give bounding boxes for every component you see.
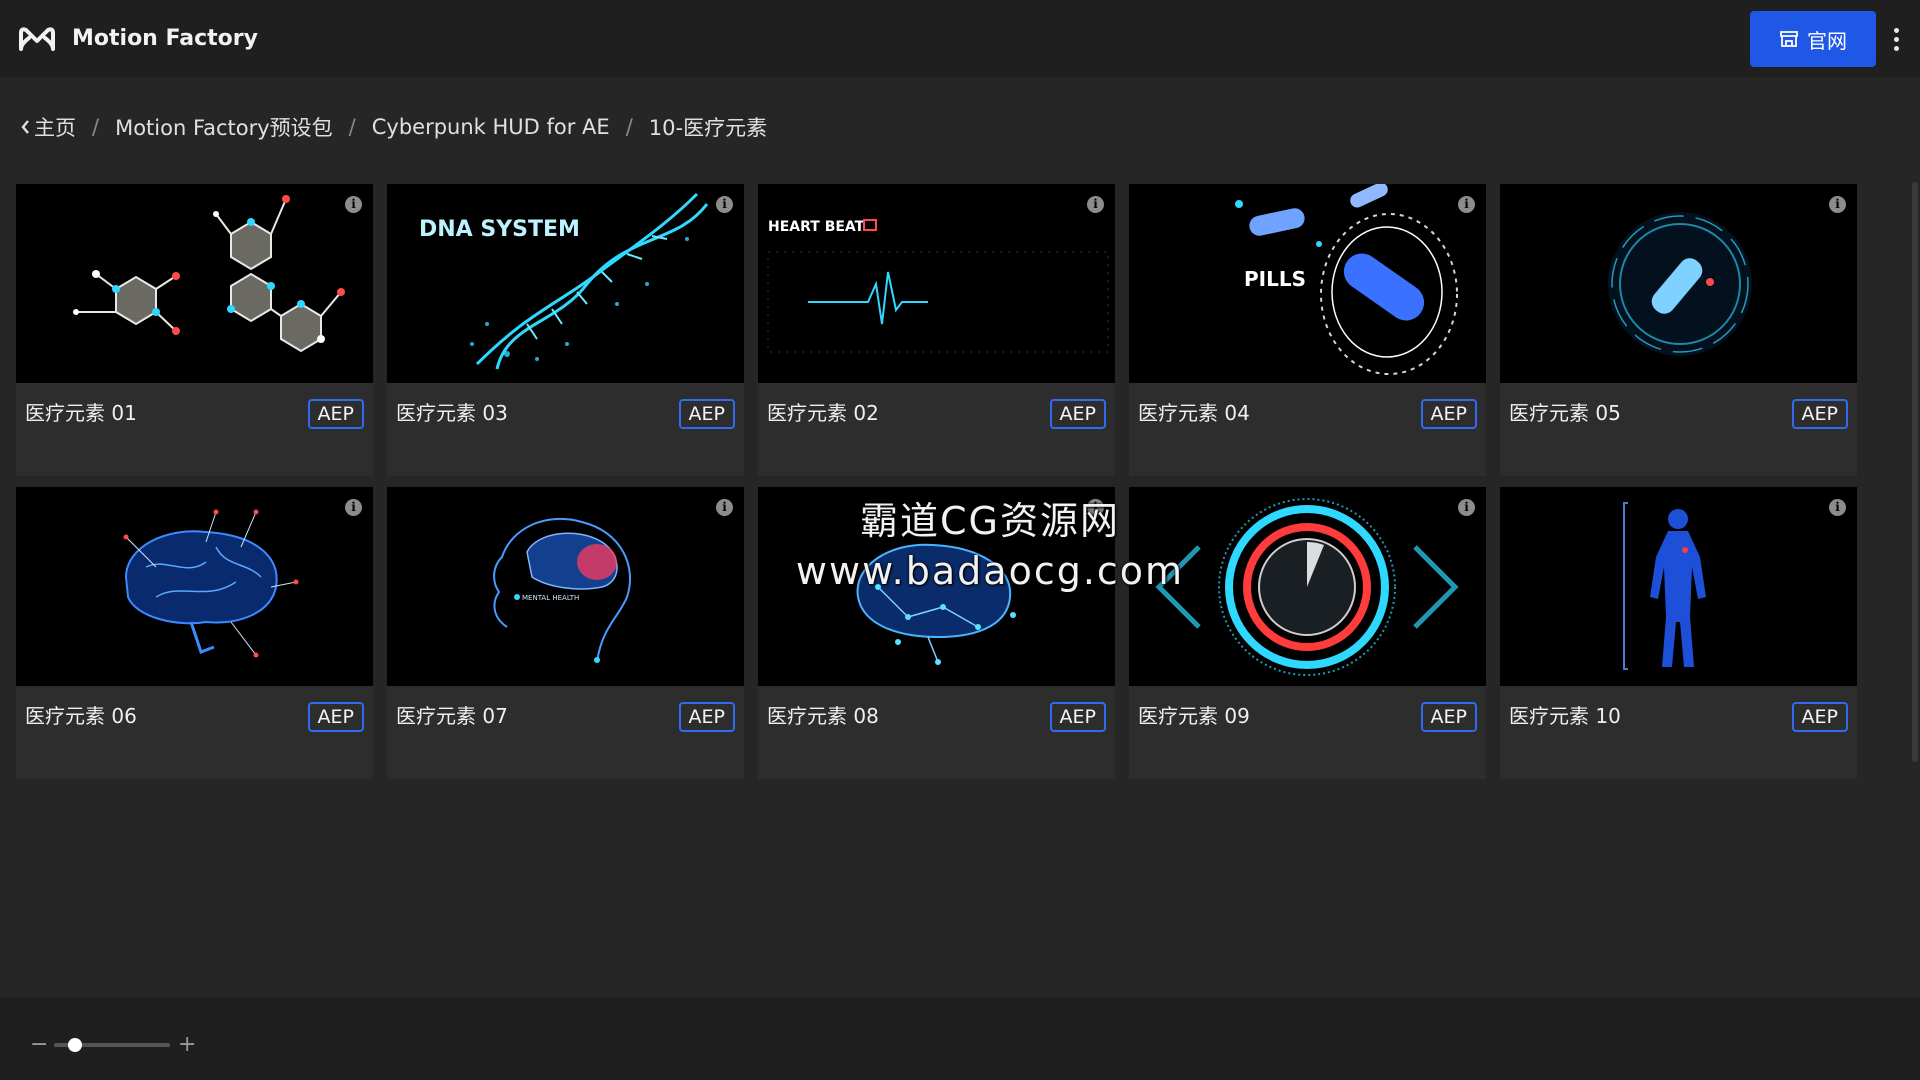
store-icon	[1780, 31, 1798, 47]
official-site-button[interactable]: 官网	[1750, 11, 1876, 67]
zoom-out-button[interactable]: −	[30, 1034, 48, 1056]
asset-card[interactable]: i 医疗元素 10 AEP	[1500, 487, 1857, 779]
aep-badge: AEP	[307, 702, 364, 732]
asset-title: 医疗元素 06	[25, 704, 137, 728]
breadcrumb-cyberpunk-hud[interactable]: Cyberpunk HUD for AE	[372, 115, 610, 139]
asset-title: 医疗元素 03	[396, 401, 508, 425]
asset-thumbnail: PILLS i	[1129, 184, 1486, 383]
info-icon[interactable]: i	[716, 499, 733, 516]
aep-badge: AEP	[678, 702, 735, 732]
info-icon[interactable]: i	[345, 499, 362, 516]
info-icon[interactable]: i	[716, 196, 733, 213]
footer-bar	[0, 998, 1920, 1080]
aep-badge: AEP	[678, 399, 735, 429]
info-icon[interactable]: i	[1829, 196, 1846, 213]
asset-thumbnail: HEART BEAT i	[758, 184, 1115, 383]
asset-title: 医疗元素 02	[767, 401, 879, 425]
breadcrumb-current: 10-医疗元素	[648, 116, 768, 140]
asset-card[interactable]: HEART BEAT i 医疗元素 02 AEP	[758, 184, 1115, 476]
asset-card[interactable]: i 医疗元素 01 AEP	[16, 184, 373, 476]
info-icon[interactable]: i	[1087, 196, 1104, 213]
breadcrumb-separator: /	[92, 115, 100, 139]
info-icon[interactable]: i	[1458, 499, 1475, 516]
asset-thumbnail: i	[1500, 487, 1857, 686]
asset-title: 医疗元素 04	[1138, 401, 1250, 425]
zoom-slider-track[interactable]	[54, 1038, 170, 1052]
chevron-left-icon	[21, 120, 29, 134]
zoom-control: − +	[30, 1034, 196, 1056]
asset-card[interactable]: i 医疗元素 06 AEP	[16, 487, 373, 779]
breadcrumb-preset-pack[interactable]: Motion Factory预设包	[115, 112, 333, 142]
zoom-in-button[interactable]: +	[178, 1034, 196, 1056]
aep-badge: AEP	[1791, 399, 1848, 429]
asset-thumbnail: i	[16, 487, 373, 686]
breadcrumb-home[interactable]: 主页	[20, 112, 76, 142]
aep-badge: AEP	[1049, 399, 1106, 429]
asset-card[interactable]: MENTAL HEALTH i 医疗元素 07 AEP	[387, 487, 744, 779]
breadcrumb-separator: /	[625, 115, 633, 139]
more-vertical-icon[interactable]	[1884, 24, 1908, 54]
aep-badge: AEP	[1420, 702, 1477, 732]
heart-beat-text: HEART BEAT	[768, 219, 865, 235]
top-bar: Motion Factory 官网	[0, 0, 1920, 77]
dna-system-text: DNA SYSTEM	[419, 217, 580, 242]
aep-badge: AEP	[1420, 399, 1477, 429]
asset-title: 医疗元素 08	[767, 704, 879, 728]
aep-badge: AEP	[1791, 702, 1848, 732]
asset-thumbnail: i	[758, 487, 1115, 686]
asset-title: 医疗元素 09	[1138, 704, 1250, 728]
asset-title: 医疗元素 10	[1509, 704, 1621, 728]
asset-title: 医疗元素 01	[25, 401, 137, 425]
scrollbar[interactable]	[1912, 182, 1918, 762]
info-icon[interactable]: i	[1087, 499, 1104, 516]
breadcrumb-separator: /	[348, 115, 356, 139]
app-title: Motion Factory	[72, 26, 258, 51]
info-icon[interactable]: i	[1458, 196, 1475, 213]
info-icon[interactable]: i	[345, 196, 362, 213]
asset-thumbnail: i	[1129, 487, 1486, 686]
zoom-slider-handle[interactable]	[67, 1038, 82, 1052]
breadcrumb-label: 主页	[34, 116, 76, 140]
official-site-label: 官网	[1807, 28, 1847, 53]
asset-card[interactable]: i 医疗元素 08 AEP	[758, 487, 1115, 779]
mental-health-text: MENTAL HEALTH	[522, 594, 579, 602]
asset-title: 医疗元素 07	[396, 704, 508, 728]
motion-factory-logo-icon[interactable]	[18, 25, 56, 53]
aep-badge: AEP	[1049, 702, 1106, 732]
info-icon[interactable]: i	[1829, 499, 1846, 516]
asset-thumbnail: MENTAL HEALTH i	[387, 487, 744, 686]
breadcrumb: 主页 / Motion Factory预设包 / Cyberpunk HUD f…	[20, 112, 767, 142]
asset-card[interactable]: PILLS i 医疗元素 04 AEP	[1129, 184, 1486, 476]
asset-thumbnail: i	[16, 184, 373, 383]
asset-thumbnail: DNA SYSTEM i	[387, 184, 744, 383]
asset-card[interactable]: i 医疗元素 09 AEP	[1129, 487, 1486, 779]
asset-card[interactable]: i 医疗元素 05 AEP	[1500, 184, 1857, 476]
asset-thumbnail: i	[1500, 184, 1857, 383]
aep-badge: AEP	[307, 399, 364, 429]
asset-title: 医疗元素 05	[1509, 401, 1621, 425]
pills-text: PILLS	[1244, 267, 1306, 291]
asset-card[interactable]: DNA SYSTEM i 医疗元素 03 AEP	[387, 184, 744, 476]
